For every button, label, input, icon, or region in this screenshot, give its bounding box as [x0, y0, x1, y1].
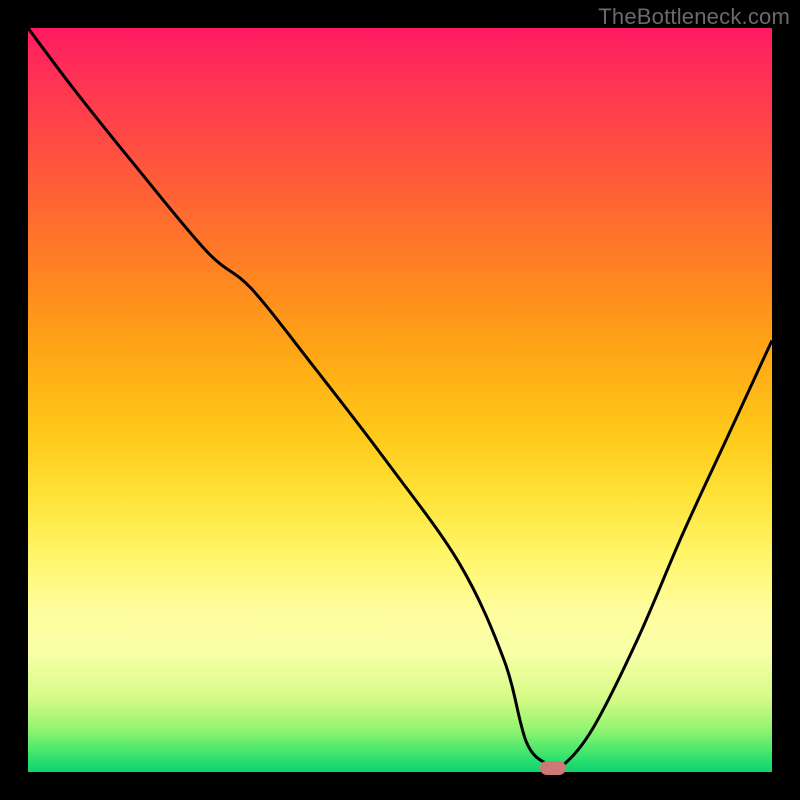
plot-area [28, 28, 772, 772]
chart-frame: TheBottleneck.com [0, 0, 800, 800]
curve-svg [28, 28, 772, 772]
optimal-point-marker [540, 761, 566, 775]
watermark-text: TheBottleneck.com [598, 4, 790, 30]
bottleneck-curve-path [28, 28, 772, 768]
